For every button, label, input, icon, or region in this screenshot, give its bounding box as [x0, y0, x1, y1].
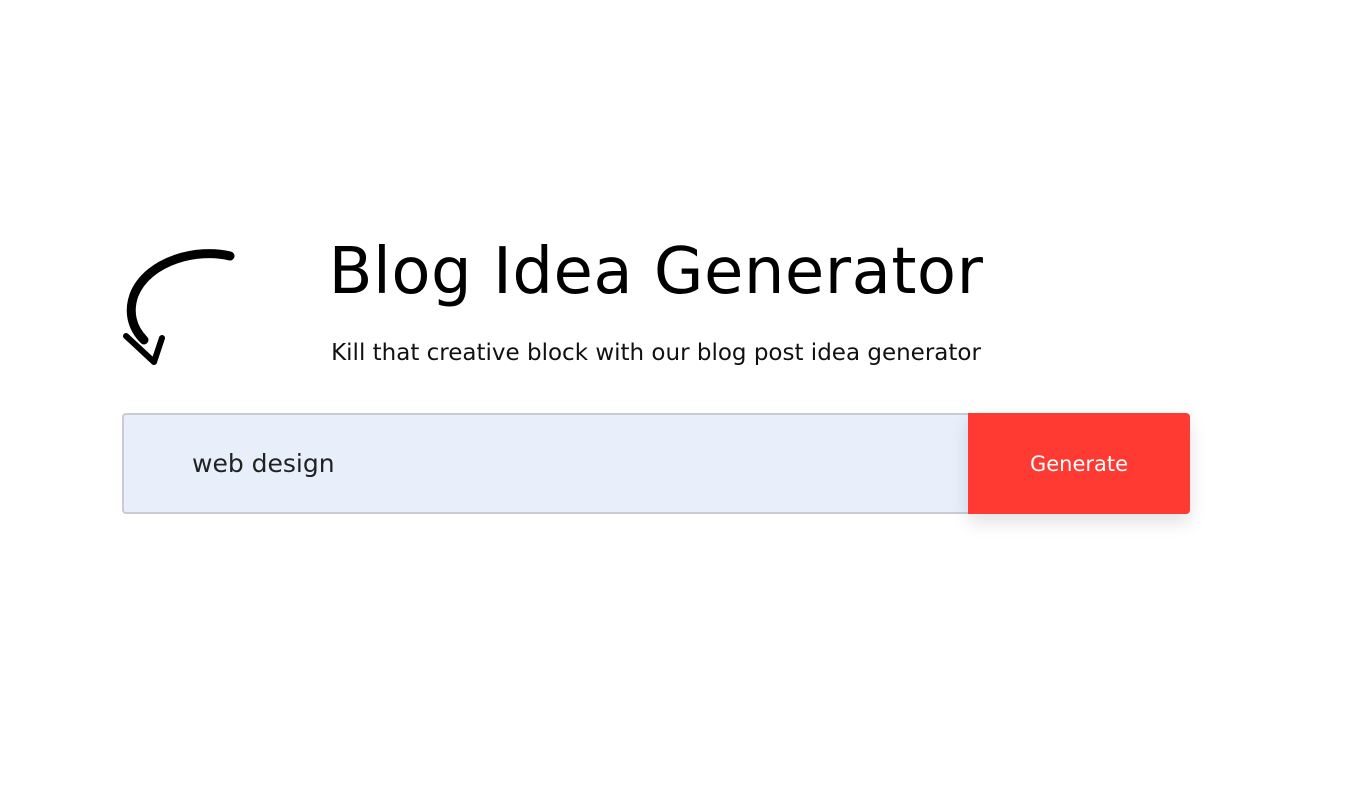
page-title: Blog Idea Generator — [328, 235, 984, 309]
page: Blog Idea Generator Kill that creative b… — [0, 0, 1371, 794]
generate-button[interactable]: Generate — [968, 413, 1190, 514]
page-subtitle: Kill that creative block with our blog p… — [331, 340, 981, 366]
topic-input[interactable] — [122, 413, 968, 514]
generator-form: Generate — [122, 413, 1190, 514]
